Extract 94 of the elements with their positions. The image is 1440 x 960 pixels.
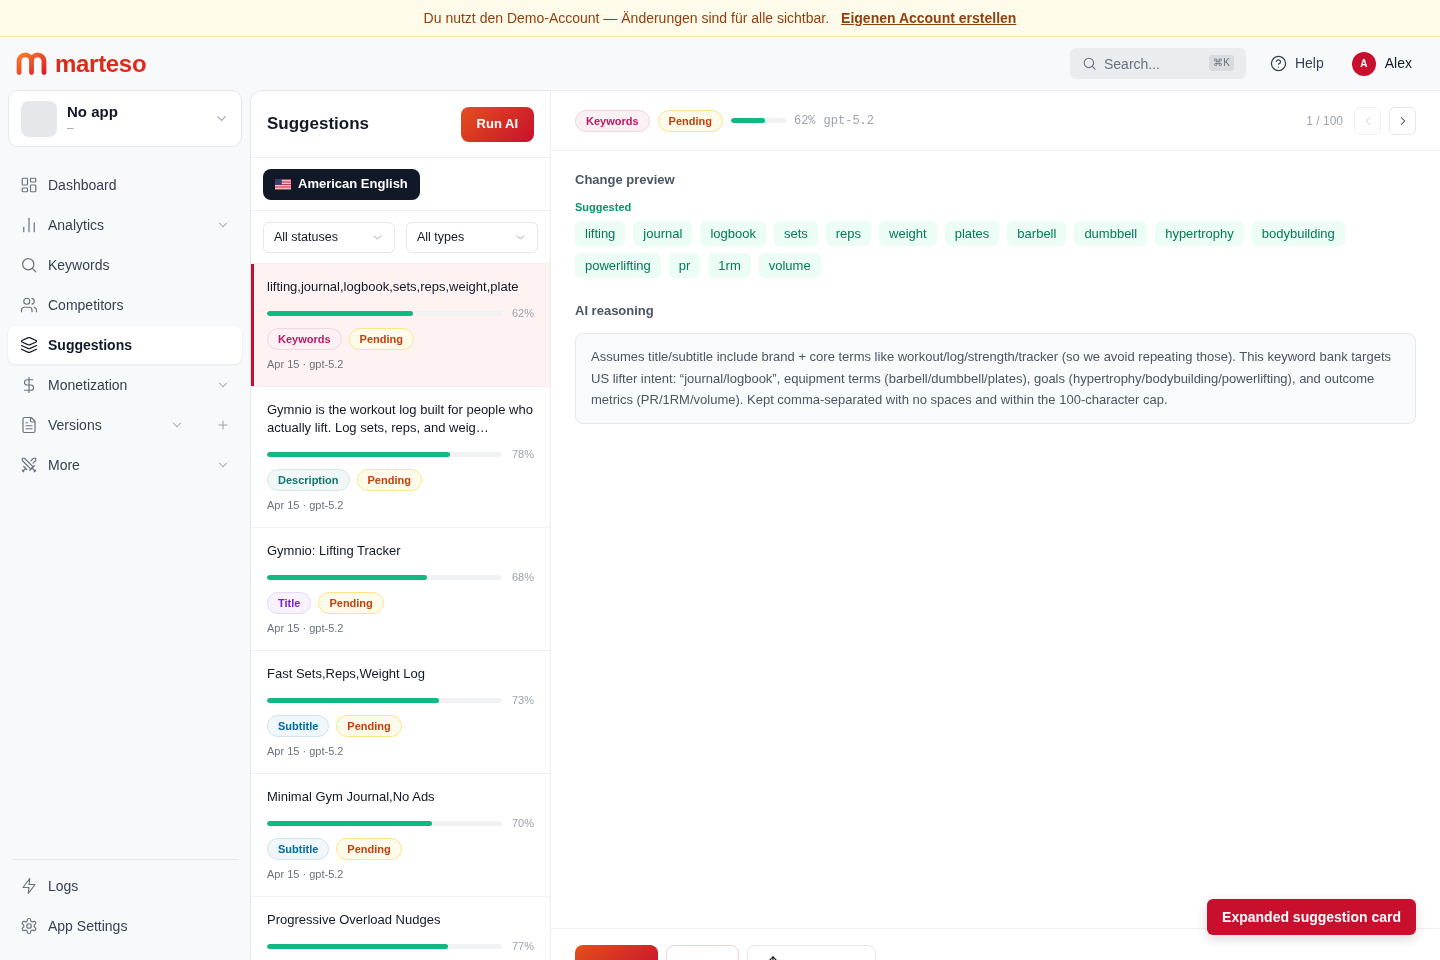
nav-item[interactable]: App Settings [8, 907, 242, 945]
nav-item[interactable]: Analytics [8, 206, 242, 244]
settings-icon [20, 917, 38, 935]
status-tag: Pending [318, 592, 384, 614]
keyword-chip: powerlifting [575, 253, 661, 278]
shortcut-hint: ⌘K [1209, 55, 1234, 71]
keyword-chip: journal [633, 221, 693, 246]
type-tag: Title [267, 592, 312, 614]
suggestion-meta: Apr 15 · gpt-5.2 [267, 357, 345, 372]
keyword-chip: pr [668, 253, 701, 278]
nav-item[interactable]: More [8, 446, 242, 484]
suggestion-meta: Apr 15 · gpt-5.2 [267, 744, 345, 759]
suggestion-meta: Apr 15 · gpt-5.2 [267, 867, 345, 882]
reasoning-text: Assumes title/subtitle include brand + core terms like workout/log/strength/tracker (so we avoid repeating those). This keyword bank targets US lifter intent: “journal/logbook”, equipment terms (barbell/dumbbell/plates), goals (hypertrophy/bodybuilding/powerlifting), and outcome metrics (PR/1RM/volume). Kept comma-separated with no spaces and within the 100-character cap. [575, 333, 1416, 424]
nav-item[interactable]: Competitors [8, 286, 242, 324]
bar-chart-icon [20, 216, 38, 234]
keyword-chip: barbell [1007, 221, 1067, 246]
suggestion-title: Gymnio is the workout log built for people who actually lift. Log sets, reps, and weig… [267, 401, 534, 437]
keyword-chip: weight [879, 221, 937, 246]
crossed-swords-icon [20, 456, 38, 474]
grid-icon [20, 176, 38, 194]
section-heading: Change preview [575, 171, 676, 189]
suggested-label: Suggested [575, 200, 633, 214]
type-tag: Subtitle [267, 838, 330, 860]
keyword-chip: 1rm [708, 253, 751, 278]
suggestion-title: Fast Sets,Reps,Weight Log [267, 665, 426, 683]
suggestion-meta: Apr 15 · gpt-5.2 [267, 621, 345, 636]
plus-icon[interactable] [216, 418, 230, 432]
keyword-chip: sets [773, 221, 818, 246]
keyword-chip: reps [825, 221, 872, 246]
layers-icon [20, 336, 38, 354]
type-tag: Description [267, 469, 350, 491]
type-tag: Keywords [267, 328, 342, 350]
create-account-link[interactable]: Eigenen Account erstellen [841, 7, 1017, 29]
lightning-icon [20, 877, 38, 895]
status-tag: Pending [356, 469, 422, 491]
suggestion-title: Minimal Gym Journal,No Ads [267, 788, 436, 806]
suggestion-title: Gymnio: Lifting Tracker [267, 542, 402, 560]
nav-item[interactable]: Monetization [8, 366, 242, 404]
nav-item[interactable]: Versions [8, 406, 242, 444]
keyword-chip: lifting [575, 221, 626, 246]
status-tag: Pending [657, 109, 723, 132]
confidence-percent: 68% [510, 569, 534, 585]
status-tag: Pending [348, 328, 414, 350]
keyword-chip: hypertrophy [1155, 221, 1244, 246]
help-button[interactable]: Help [1269, 53, 1324, 74]
language-button[interactable]: American English [263, 168, 420, 200]
confidence-percent: 78% [510, 446, 534, 462]
pager-count: 1 / 100 [1306, 112, 1343, 130]
user-menu-button[interactable]: A Alex [1351, 51, 1412, 76]
users-icon [20, 296, 38, 314]
keyword-chip: bodybuilding [1251, 221, 1345, 246]
status-tag: Pending [336, 715, 402, 737]
search-icon [1081, 56, 1097, 71]
help-icon [1269, 55, 1287, 72]
suggestion-title: lifting,journal,logbook,sets,reps,weight,plate [267, 278, 520, 296]
panel-title: Suggestions [267, 113, 369, 136]
nav-item[interactable]: Logs [8, 867, 242, 905]
app-subtitle: – [67, 120, 75, 135]
banner-text: Du nutzt den Demo-Account — Änderungen sind für alle sichtbar. [423, 8, 830, 28]
document-icon [20, 416, 38, 434]
model-name: gpt-5.2 [823, 112, 874, 130]
suggestion-list-item[interactable]: lifting,journal,logbook,sets,reps,weight,plate 62% Keywords Pending Apr 15 · gpt-5.2 [251, 264, 550, 387]
keyword-chip: dumbbell [1074, 221, 1148, 246]
app-picker[interactable]: No app – [8, 90, 242, 147]
app-icon-placeholder [21, 100, 57, 137]
confidence-percent: 73% [510, 692, 534, 708]
app-name: No app [67, 102, 118, 121]
next-button[interactable] [1389, 106, 1416, 135]
suggestion-meta: Apr 15 · gpt-5.2 [267, 498, 345, 513]
status-filter-dropdown[interactable]: All statuses [263, 221, 395, 253]
section-heading: AI reasoning [575, 302, 655, 320]
confidence-percent: 70% [510, 815, 534, 831]
confidence-percent: 62% [793, 112, 816, 130]
user-avatar: A [1351, 51, 1376, 76]
run-ai-button[interactable]: Run AI [460, 106, 534, 142]
type-tag: Subtitle [267, 715, 330, 737]
keyword-chip: volume [758, 253, 821, 278]
type-tag: Keywords [575, 109, 650, 132]
type-filter-dropdown[interactable]: All types [406, 221, 538, 253]
nav-item[interactable]: Keywords [8, 246, 242, 284]
us-flag-icon [275, 178, 291, 190]
logo-text: marteso [55, 51, 147, 76]
keyword-chip: plates [944, 221, 1000, 246]
nav-item[interactable]: Dashboard [8, 166, 242, 204]
magnifier-icon [20, 256, 38, 274]
logo-icon [16, 52, 47, 75]
confidence-percent: 77% [510, 938, 534, 954]
toast-message: Expanded suggestion card [1207, 899, 1416, 935]
nav-item[interactable]: Suggestions [8, 326, 242, 364]
keyword-chip: logbook [700, 221, 766, 246]
confidence-percent: 62% [510, 305, 534, 321]
suggestion-title: Progressive Overload Nudges [267, 911, 442, 929]
status-tag: Pending [336, 838, 402, 860]
